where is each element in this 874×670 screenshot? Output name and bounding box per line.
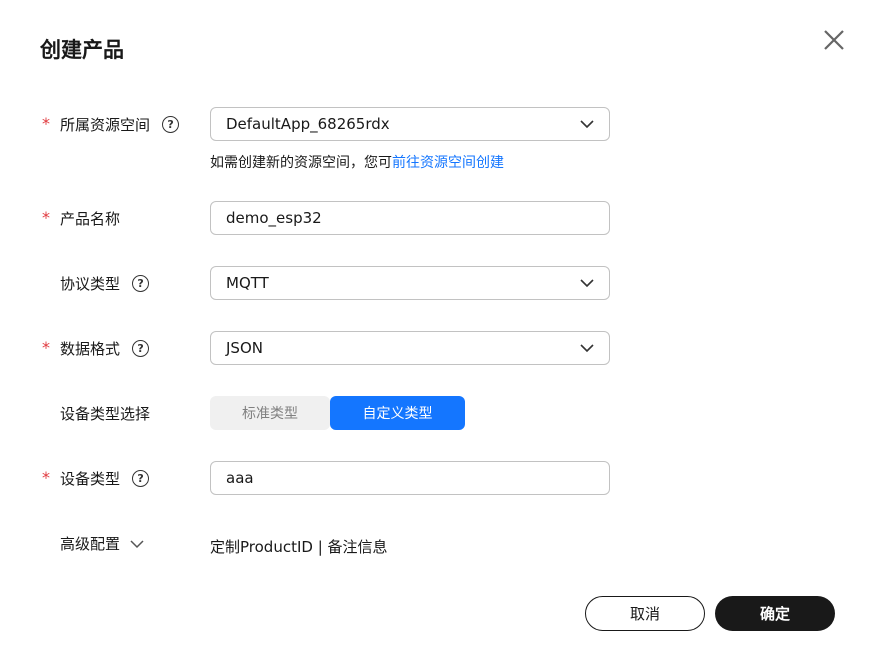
protocol-label-text: 协议类型 (60, 275, 121, 293)
resource-space-label: 所属资源空间 ? (60, 114, 180, 135)
product-name-input[interactable]: demo_esp32 (210, 201, 610, 235)
resource-space-hint: 如需创建新的资源空间，您可前往资源空间创建 (210, 152, 504, 172)
data-format-label-text: 数据格式 (60, 340, 121, 358)
advanced-label: 高级配置 (60, 535, 121, 553)
product-name-label: 产品名称 (60, 210, 121, 228)
resource-space-select[interactable]: DefaultApp_68265rdx (210, 107, 610, 141)
device-type-segmented-control: 标准类型 自定义类型 (210, 396, 465, 430)
chevron-down-icon (580, 120, 594, 129)
required-marker: * (42, 338, 50, 357)
standard-type-option[interactable]: 标准类型 (210, 396, 330, 430)
chevron-down-icon (580, 279, 594, 288)
protocol-select[interactable]: MQTT (210, 266, 610, 300)
custom-type-option[interactable]: 自定义类型 (330, 396, 465, 430)
close-icon[interactable] (820, 26, 848, 54)
required-marker: * (42, 114, 50, 133)
required-marker: * (42, 468, 50, 487)
device-type-value: aaa (226, 469, 254, 487)
create-product-dialog: 创建产品 * 所属资源空间 ? DefaultApp_68265rdx 如需创建… (0, 0, 874, 670)
product-name-value: demo_esp32 (226, 209, 322, 227)
chevron-down-icon (130, 539, 144, 548)
help-icon[interactable]: ? (132, 470, 150, 487)
dialog-title: 创建产品 (40, 38, 124, 62)
resource-space-value: DefaultApp_68265rdx (226, 115, 390, 133)
protocol-label: 协议类型 ? (60, 273, 150, 294)
create-resource-space-link[interactable]: 前往资源空间创建 (392, 155, 504, 171)
protocol-value: MQTT (226, 274, 269, 292)
device-type-select-label: 设备类型选择 (60, 405, 151, 423)
data-format-select[interactable]: JSON (210, 331, 610, 365)
device-type-input[interactable]: aaa (210, 461, 610, 495)
device-type-label-text: 设备类型 (60, 470, 121, 488)
data-format-value: JSON (226, 339, 263, 357)
device-type-label: 设备类型 ? (60, 468, 150, 489)
help-icon[interactable]: ? (162, 116, 180, 133)
advanced-summary: 定制ProductID | 备注信息 (210, 538, 388, 556)
cancel-button[interactable]: 取消 (585, 596, 705, 631)
confirm-button[interactable]: 确定 (715, 596, 835, 631)
resource-space-hint-text: 如需创建新的资源空间，您可 (210, 155, 392, 171)
resource-space-label-text: 所属资源空间 (60, 116, 151, 134)
help-icon[interactable]: ? (132, 275, 150, 292)
chevron-down-icon (580, 344, 594, 353)
help-icon[interactable]: ? (132, 340, 150, 357)
required-marker: * (42, 208, 50, 227)
advanced-toggle[interactable]: 高级配置 (60, 533, 144, 554)
data-format-label: 数据格式 ? (60, 338, 150, 359)
